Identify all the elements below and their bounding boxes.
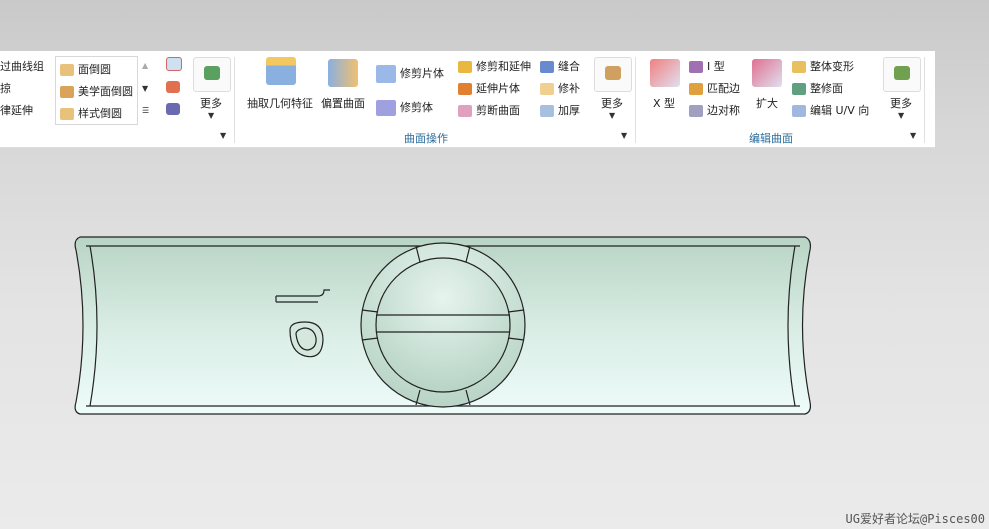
3d-model-viewport[interactable] [0,0,989,529]
watermark: UG爱好者论坛@Pisces00 [845,512,985,526]
part-body[interactable] [74,236,812,415]
